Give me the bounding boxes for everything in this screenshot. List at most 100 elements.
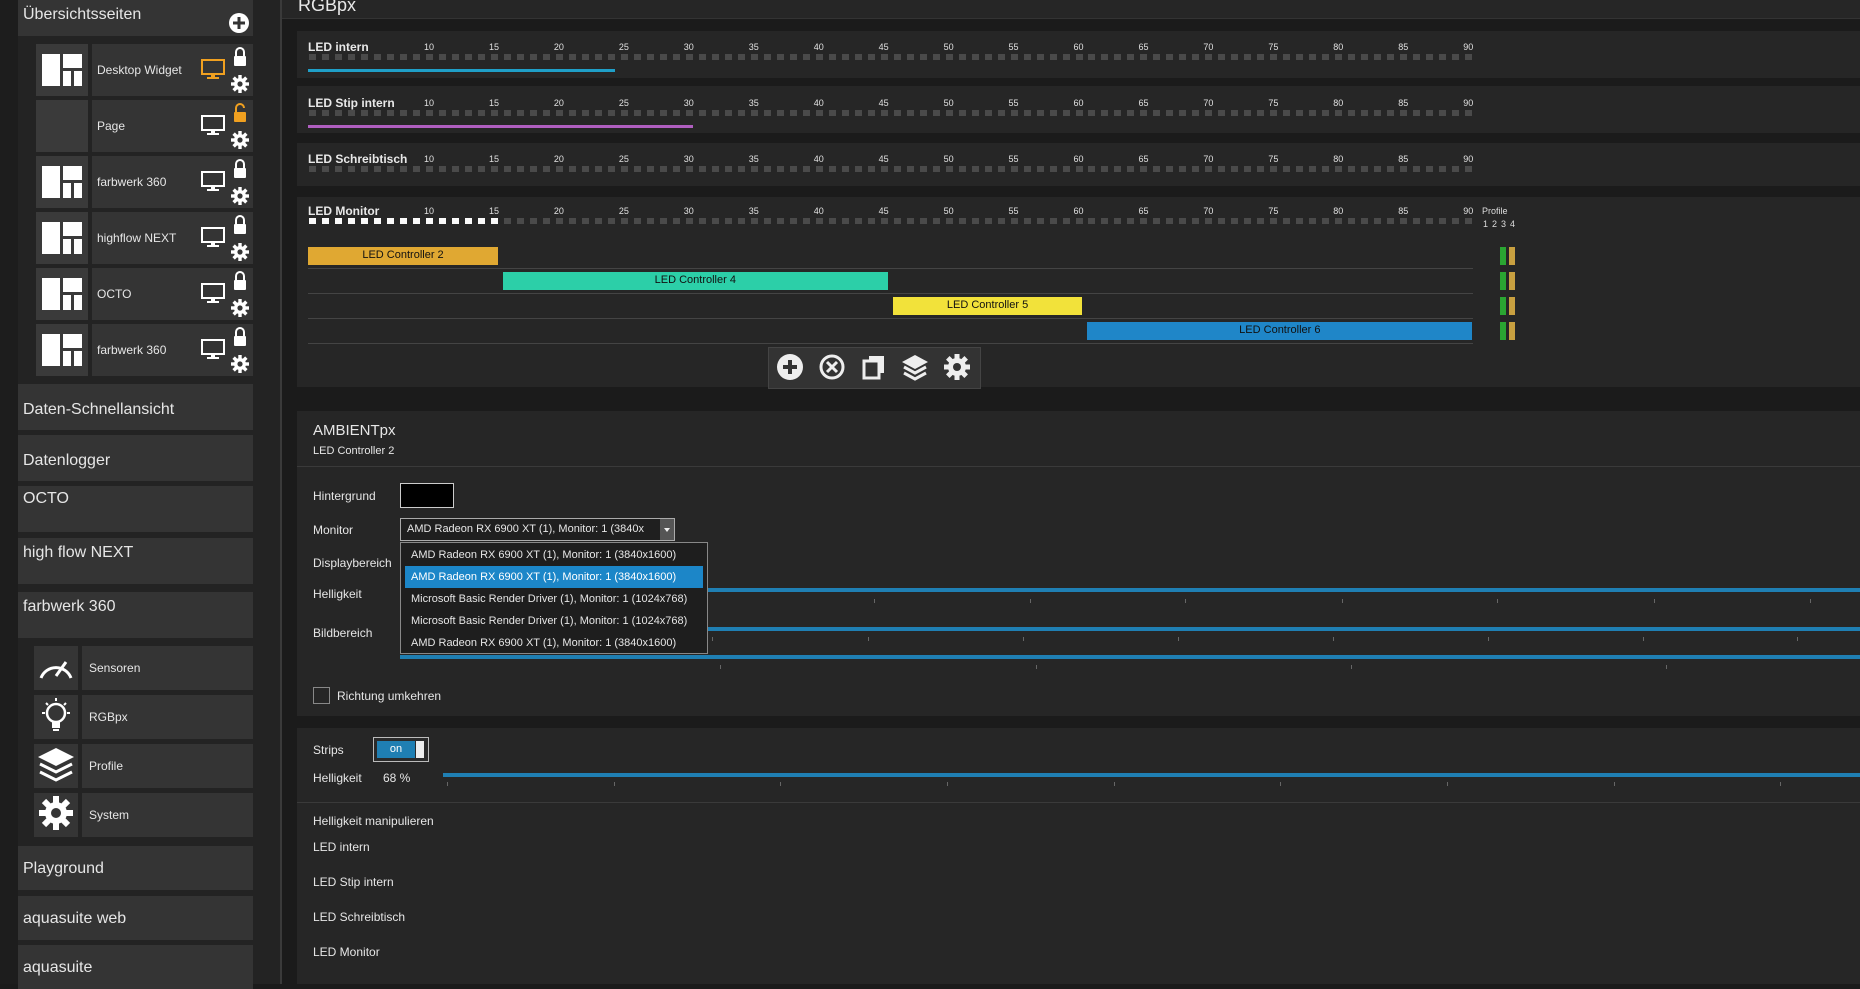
strips-brightness-slider[interactable] — [443, 773, 1860, 777]
led-square[interactable] — [867, 218, 875, 224]
led-square[interactable] — [711, 54, 719, 60]
led-square[interactable] — [1452, 166, 1460, 172]
device-item-icon-tile[interactable] — [34, 695, 78, 739]
led-square[interactable] — [672, 54, 680, 60]
led-square[interactable] — [789, 110, 797, 116]
led-square[interactable] — [919, 54, 927, 60]
led-square[interactable] — [685, 54, 693, 60]
led-square[interactable] — [516, 110, 524, 116]
led-square[interactable] — [400, 218, 408, 224]
led-square[interactable] — [646, 166, 654, 172]
led-square[interactable] — [426, 54, 433, 60]
led-square[interactable] — [503, 54, 511, 60]
brightness-slider[interactable] — [700, 588, 1860, 592]
led-square[interactable] — [1387, 166, 1395, 172]
lock-icon[interactable] — [232, 159, 248, 182]
led-square[interactable] — [1101, 166, 1109, 172]
led-square[interactable] — [633, 166, 641, 172]
display-icon[interactable] — [200, 58, 226, 83]
led-square[interactable] — [322, 110, 330, 116]
led-square[interactable] — [568, 166, 576, 172]
led-square[interactable] — [413, 166, 420, 172]
led-square[interactable] — [1374, 166, 1382, 172]
led-square[interactable] — [893, 166, 901, 172]
led-square[interactable] — [997, 218, 1005, 224]
led-square[interactable] — [1218, 218, 1226, 224]
led-square[interactable] — [542, 54, 550, 60]
display-icon[interactable] — [200, 114, 226, 139]
led-square[interactable] — [1088, 166, 1096, 172]
led-square[interactable] — [1361, 110, 1369, 116]
led-square[interactable] — [1127, 218, 1135, 224]
led-square[interactable] — [750, 54, 758, 60]
monitor-select[interactable]: AMD Radeon RX 6900 XT (1), Monitor: 1 (3… — [400, 518, 675, 541]
led-square[interactable] — [646, 54, 654, 60]
led-square[interactable] — [750, 166, 758, 172]
led-square[interactable] — [387, 54, 395, 60]
add-page-button[interactable] — [228, 12, 250, 34]
section-playground[interactable]: Playground — [18, 846, 253, 890]
profile-indicator[interactable] — [1500, 297, 1506, 315]
led-square[interactable] — [335, 218, 343, 224]
display-icon[interactable] — [200, 170, 226, 195]
led-square[interactable] — [1322, 54, 1330, 60]
led-square[interactable] — [464, 218, 472, 224]
led-square[interactable] — [1205, 218, 1213, 224]
led-square[interactable] — [361, 218, 369, 224]
led-square[interactable] — [672, 166, 680, 172]
section-farbwerk-360[interactable]: farbwerk 360 — [18, 592, 253, 638]
led-square[interactable] — [1088, 218, 1096, 224]
led-square[interactable] — [490, 218, 498, 224]
page-tile[interactable]: highflow NEXT — [92, 212, 253, 264]
led-square[interactable] — [503, 218, 511, 224]
led-square[interactable] — [724, 110, 732, 116]
led-square[interactable] — [1257, 110, 1265, 116]
led-square[interactable] — [789, 54, 797, 60]
led-square[interactable] — [477, 166, 485, 172]
led-square[interactable] — [1127, 166, 1135, 172]
device-item-system[interactable]: System — [82, 793, 253, 837]
lock-icon[interactable] — [232, 271, 248, 294]
led-square[interactable] — [607, 166, 615, 172]
led-square[interactable] — [1270, 110, 1278, 116]
led-square[interactable] — [335, 54, 343, 60]
led-square[interactable] — [477, 218, 485, 224]
led-square[interactable] — [841, 54, 849, 60]
led-square[interactable] — [1166, 218, 1174, 224]
led-square[interactable] — [1413, 110, 1421, 116]
image-area-slider-end[interactable] — [400, 655, 1860, 659]
led-square[interactable] — [322, 218, 330, 224]
led-square[interactable] — [1023, 110, 1031, 116]
controller-bar[interactable]: LED Controller 6 — [1087, 322, 1473, 340]
led-square[interactable] — [724, 166, 732, 172]
led-square[interactable] — [1400, 54, 1408, 60]
led-square[interactable] — [1088, 110, 1096, 116]
led-square[interactable] — [1348, 218, 1356, 224]
led-square[interactable] — [1335, 54, 1343, 60]
led-square[interactable] — [685, 218, 693, 224]
led-square[interactable] — [1023, 218, 1031, 224]
led-square[interactable] — [620, 166, 628, 172]
led-square[interactable] — [361, 166, 369, 172]
image-area-slider-start[interactable] — [700, 627, 1860, 631]
display-icon[interactable] — [200, 226, 226, 251]
led-square[interactable] — [1205, 166, 1213, 172]
led-square[interactable] — [1192, 110, 1200, 116]
led-square[interactable] — [438, 166, 446, 172]
led-square[interactable] — [594, 110, 602, 116]
led-square[interactable] — [984, 54, 992, 60]
led-square[interactable] — [503, 110, 511, 116]
strips-toggle[interactable]: on — [373, 737, 429, 762]
led-square[interactable] — [529, 218, 537, 224]
led-square[interactable] — [1439, 54, 1447, 60]
led-square[interactable] — [1049, 54, 1057, 60]
led-square[interactable] — [828, 110, 836, 116]
led-square[interactable] — [945, 166, 953, 172]
led-square[interactable] — [555, 166, 563, 172]
profile-indicator[interactable] — [1500, 322, 1506, 340]
page-thumbnail[interactable] — [36, 100, 88, 152]
led-square[interactable] — [1452, 110, 1460, 116]
device-item-icon-tile[interactable] — [34, 646, 78, 690]
led-square[interactable] — [438, 54, 446, 60]
led-square[interactable] — [1426, 54, 1434, 60]
